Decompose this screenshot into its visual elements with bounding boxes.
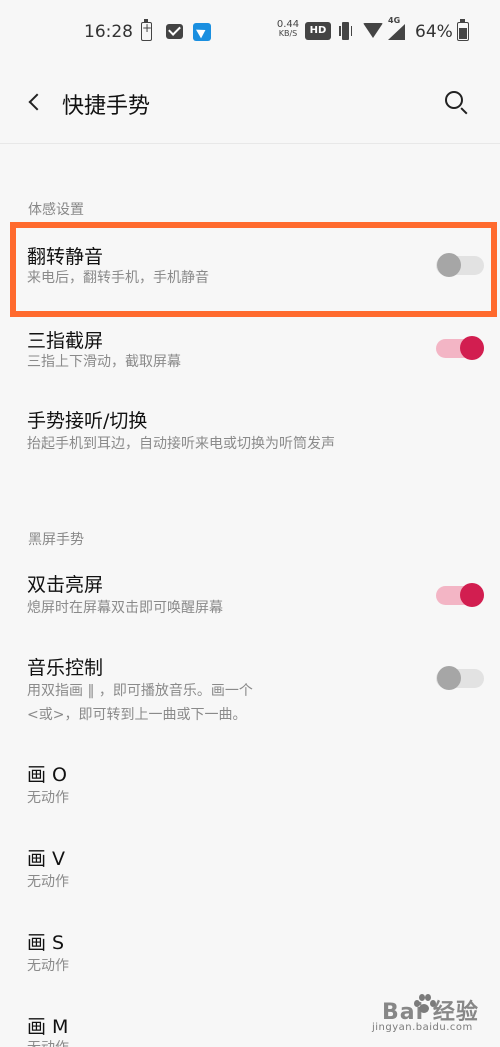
- setting-draw-v[interactable]: 画 V 无动作: [0, 836, 500, 898]
- setting-three-finger-screenshot[interactable]: 三指截屏 三指上下滑动，截取屏幕: [0, 318, 500, 388]
- setting-title: 三指截屏: [27, 330, 104, 352]
- screen: 16:28 0.44 KB/S HD 4G 64% 快捷手势 体感设置 翻转静音…: [0, 0, 500, 1047]
- setting-subtitle: 无动作: [27, 874, 69, 890]
- app-notification-icon: [193, 23, 211, 41]
- setting-title: 音乐控制: [27, 657, 104, 679]
- setting-subtitle: 三指上下滑动，截取屏幕: [27, 354, 181, 370]
- setting-subtitle: 抬起手机到耳边，自动接听来电或切换为听筒发声: [27, 436, 335, 452]
- setting-subtitle: 无动作: [27, 958, 69, 974]
- setting-title: 画 M: [27, 1016, 69, 1038]
- setting-title: 双击亮屏: [27, 574, 104, 596]
- setting-subtitle: 无动作: [27, 790, 69, 806]
- toggle-double-tap-wake[interactable]: [436, 582, 484, 608]
- baidu-jingyan-watermark: Bai 经验 jingyan.baidu.com: [372, 988, 494, 1040]
- setting-music-control[interactable]: 音乐控制 用双指画 ‖ ，即可播放音乐。画一个 <或>，即可转到上一曲或下一曲。: [0, 645, 500, 729]
- network-speed-value: 0.44: [276, 19, 300, 30]
- app-header: 快捷手势: [0, 66, 500, 144]
- battery-icon: [457, 19, 469, 41]
- battery-charging-icon: [141, 19, 152, 41]
- setting-subtitle: 无动作: [27, 1036, 69, 1047]
- setting-draw-s[interactable]: 画 S 无动作: [0, 920, 500, 982]
- vibrate-icon: [339, 22, 352, 40]
- network-speed: 0.44 KB/S: [276, 19, 300, 39]
- battery-percent: 64%: [415, 22, 453, 42]
- setting-subtitle: 熄屏时在屏幕双击即可唤醒屏幕: [27, 600, 223, 616]
- network-speed-unit: KB/S: [278, 29, 298, 38]
- status-bar: 16:28 0.44 KB/S HD 4G 64%: [0, 0, 500, 66]
- setting-subtitle-line-2: <或>，即可转到上一曲或下一曲。: [27, 707, 247, 723]
- mail-icon: [166, 24, 183, 39]
- setting-title: 画 S: [27, 932, 65, 954]
- setting-title: 手势接听/切换: [27, 410, 148, 432]
- setting-title: 画 O: [27, 764, 67, 786]
- battery-fill: [459, 28, 467, 39]
- setting-double-tap-wake[interactable]: 双击亮屏 熄屏时在屏幕双击即可唤醒屏幕: [0, 560, 500, 626]
- wifi-icon: [363, 23, 383, 38]
- setting-draw-o[interactable]: 画 O 无动作: [0, 752, 500, 814]
- highlight-box: [10, 222, 497, 317]
- paw-icon: [412, 992, 436, 1014]
- setting-gesture-answer[interactable]: 手势接听/切换 抬起手机到耳边，自动接听来电或切换为听筒发声: [0, 400, 500, 470]
- toggle-music-control[interactable]: [436, 665, 484, 691]
- watermark-url: jingyan.baidu.com: [372, 1022, 473, 1033]
- hd-badge: HD: [305, 22, 331, 40]
- setting-subtitle-line-1: 用双指画 ‖ ，即可播放音乐。画一个: [27, 683, 253, 699]
- page-title: 快捷手势: [62, 94, 151, 119]
- section-header-motion: 体感设置: [28, 202, 84, 218]
- setting-title: 画 V: [27, 848, 66, 870]
- search-icon[interactable]: [442, 88, 472, 118]
- chevron-left-icon[interactable]: [22, 86, 48, 118]
- section-header-screen-off: 黑屏手势: [28, 532, 84, 548]
- status-time: 16:28: [84, 22, 133, 42]
- toggle-three-finger-screenshot[interactable]: [436, 335, 484, 361]
- signal-icon: [388, 24, 405, 40]
